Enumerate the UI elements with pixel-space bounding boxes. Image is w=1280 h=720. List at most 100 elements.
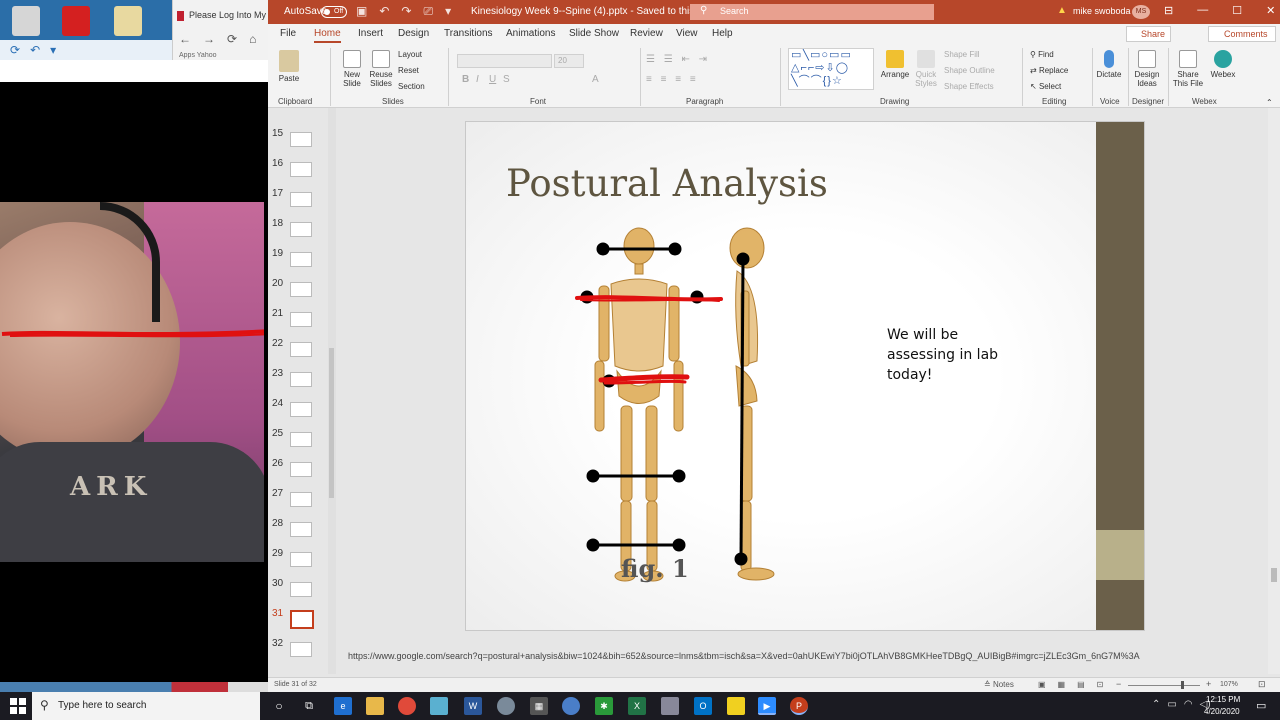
bookmarks-bar[interactable]: Apps Yahoo: [179, 52, 269, 60]
redo-icon[interactable]: ↷: [401, 4, 411, 19]
slide-thumbnail[interactable]: [290, 132, 312, 147]
customize-icon[interactable]: ▾: [445, 4, 451, 19]
zoom-slider-thumb[interactable]: [1181, 681, 1184, 689]
select-button[interactable]: ↖ Select: [1030, 82, 1061, 91]
ribbon-display-icon[interactable]: ⊟: [1164, 4, 1173, 17]
font-size-dropdown[interactable]: 20: [554, 54, 584, 68]
slide-thumbnail[interactable]: [290, 492, 312, 507]
slide-thumbnail[interactable]: [290, 432, 312, 447]
notification-icon[interactable]: ▭: [1256, 699, 1266, 712]
folder-icon[interactable]: [114, 6, 142, 36]
clock-date[interactable]: 4/20/2020: [1204, 707, 1240, 716]
arrange-button[interactable]: Arrange: [880, 50, 910, 79]
notes-button[interactable]: ≙ Notes: [984, 680, 1014, 689]
undo-icon[interactable]: ↶: [30, 43, 40, 57]
tab-view[interactable]: View: [676, 28, 698, 39]
list-icons[interactable]: ☰ ☰ ⇤ ⇥: [646, 54, 710, 65]
tab-help[interactable]: Help: [712, 28, 733, 39]
slide-thumbnail[interactable]: [290, 372, 312, 387]
slide-thumbnail[interactable]: [290, 402, 312, 417]
outlook-icon[interactable]: O: [694, 697, 712, 715]
excel-icon[interactable]: X: [628, 697, 646, 715]
tab-home[interactable]: Home: [314, 28, 341, 43]
chrome-icon[interactable]: [398, 697, 416, 715]
tab-animations[interactable]: Animations: [506, 28, 555, 39]
new-slide-button[interactable]: New Slide: [338, 50, 366, 88]
shape-fill-button[interactable]: Shape Fill: [944, 50, 980, 59]
design-ideas-button[interactable]: Design Ideas: [1132, 50, 1162, 88]
slide-thumbnail[interactable]: [290, 312, 312, 327]
clock-time[interactable]: 12:15 PM: [1206, 695, 1240, 704]
reuse-slides-button[interactable]: Reuse Slides: [368, 50, 394, 88]
notes-pane-text[interactable]: https://www.google.com/search?q=postural…: [348, 651, 1140, 661]
reset-button[interactable]: Reset: [398, 66, 419, 75]
shapes-gallery[interactable]: ▭╲▭○▭▭ △⌐⌐⇨⇩◯ ╲⌒⌒{}☆: [788, 48, 874, 90]
align-icons[interactable]: ≡ ≡ ≡ ≡: [646, 74, 699, 85]
underline-icon[interactable]: U: [489, 74, 496, 85]
home-icon[interactable]: ⌂: [249, 32, 256, 48]
acrobat-reader-icon[interactable]: [62, 6, 90, 36]
browser-tab[interactable]: Please Log Into My: [173, 6, 269, 28]
strikethrough-icon[interactable]: S: [503, 74, 510, 85]
zoom-app-icon[interactable]: ▶: [758, 697, 776, 715]
slide-body-text[interactable]: We will be assessing in lab today!: [887, 325, 1017, 385]
scrollbar-thumb[interactable]: [1271, 568, 1277, 582]
slide-thumbnail[interactable]: [290, 282, 312, 297]
shape-effects-button[interactable]: Shape Effects: [944, 82, 994, 91]
file-explorer-icon[interactable]: [366, 697, 384, 715]
dictate-button[interactable]: Dictate: [1094, 50, 1124, 79]
share-button[interactable]: Share: [1126, 26, 1171, 42]
slide-thumbnail[interactable]: [290, 522, 312, 537]
find-button[interactable]: ⚲ Find: [1030, 50, 1054, 59]
slide-thumbnail[interactable]: [290, 642, 312, 657]
refresh-icon[interactable]: ⟳: [10, 43, 20, 57]
back-icon[interactable]: ←: [179, 32, 191, 48]
collapse-ribbon-icon[interactable]: ⌃: [1266, 98, 1273, 107]
minimize-icon[interactable]: —: [1197, 4, 1208, 17]
shape-outline-button[interactable]: Shape Outline: [944, 66, 995, 75]
slide-thumbnail[interactable]: [290, 462, 312, 477]
forward-icon[interactable]: →: [203, 32, 215, 48]
app-icon-5[interactable]: [661, 697, 679, 715]
slide-thumbnail[interactable]: [290, 610, 314, 629]
tab-review[interactable]: Review: [630, 28, 663, 39]
search-box[interactable]: ⚲ Search: [690, 4, 934, 20]
sticky-notes-icon[interactable]: [727, 697, 745, 715]
zoom-level[interactable]: 107%: [1220, 681, 1238, 688]
user-name[interactable]: mike swoboda: [1073, 6, 1131, 16]
scrollbar-thumb[interactable]: [329, 348, 334, 498]
slide-title[interactable]: Postural Analysis: [506, 162, 828, 205]
slide-thumbnail[interactable]: [290, 222, 312, 237]
slide-thumbnail[interactable]: [290, 342, 312, 357]
italic-icon[interactable]: I: [476, 74, 479, 85]
windows-start-icon[interactable]: [10, 698, 26, 714]
font-family-dropdown[interactable]: [457, 54, 552, 68]
warning-icon[interactable]: ▲: [1057, 5, 1067, 16]
slide-thumbnail[interactable]: [290, 162, 312, 177]
share-this-file-button[interactable]: Share This File: [1172, 50, 1204, 88]
maximize-icon[interactable]: ☐: [1232, 4, 1242, 17]
thumbnail-scrollbar[interactable]: [328, 108, 336, 674]
tab-slide-show[interactable]: Slide Show: [569, 28, 619, 39]
slide-thumbnail[interactable]: [290, 192, 312, 207]
view-buttons[interactable]: ▣▦▤⊡: [1038, 680, 1115, 689]
chevron-up-icon[interactable]: ⌃: [1152, 699, 1160, 710]
fit-to-window-icon[interactable]: ⊡: [1258, 679, 1266, 690]
tab-file[interactable]: File: [280, 28, 296, 39]
zoom-in-icon[interactable]: +: [1206, 679, 1211, 689]
tab-design[interactable]: Design: [398, 28, 429, 39]
avatar[interactable]: MS: [1132, 5, 1150, 19]
close-icon[interactable]: ✕: [1266, 4, 1275, 17]
layout-button[interactable]: Layout: [398, 50, 422, 59]
replace-button[interactable]: ⇄ Replace: [1030, 66, 1068, 75]
app-icon-3[interactable]: [562, 697, 580, 715]
reload-icon[interactable]: ⟳: [227, 32, 237, 48]
cortana-icon[interactable]: ○: [270, 697, 288, 715]
word-icon[interactable]: W: [464, 697, 482, 715]
autosave-toggle[interactable]: Off: [321, 6, 347, 18]
quick-styles-button[interactable]: Quick Styles: [912, 50, 940, 88]
calculator-icon[interactable]: ▦: [530, 697, 548, 715]
tab-insert[interactable]: Insert: [358, 28, 383, 39]
slide-canvas[interactable]: Postural Analysis fig. 1 We will be asse…: [465, 121, 1145, 631]
paste-button[interactable]: Paste: [276, 50, 302, 83]
